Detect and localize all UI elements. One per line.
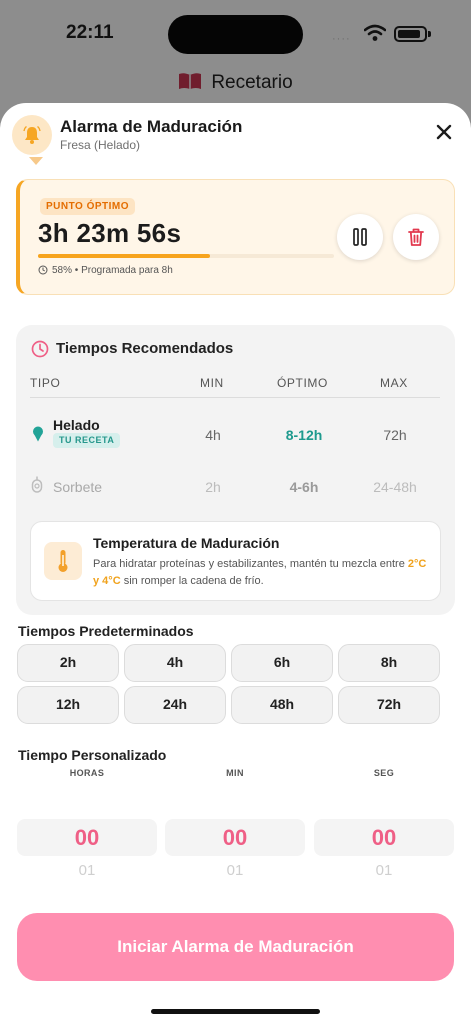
minutes-label: MIN — [226, 768, 244, 778]
sorbete-max: 24-48h — [373, 479, 417, 495]
column-header-type: TIPO — [30, 376, 61, 390]
row-name-helado: Helado — [53, 417, 100, 433]
delete-button[interactable] — [393, 214, 439, 260]
thermometer-icon — [44, 542, 82, 580]
recommended-times-card: Tiempos Recomendados TIPO MIN ÓPTIMO MAX… — [16, 325, 455, 615]
cellular-signal-icon: ···· — [332, 33, 351, 45]
battery-tip — [428, 31, 431, 37]
temperature-info-box: Temperatura de Maduración Para hidratar … — [30, 521, 441, 601]
seconds-label: SEG — [373, 768, 395, 778]
pause-button[interactable] — [337, 214, 383, 260]
column-header-optimal: ÓPTIMO — [277, 376, 328, 390]
preset-6h-button[interactable]: 6h — [231, 644, 333, 682]
clock-icon — [38, 265, 48, 275]
sheet-subtitle: Fresa (Helado) — [60, 138, 141, 152]
temperature-description: Para hidratar proteínas y estabilizantes… — [93, 558, 427, 587]
table-divider — [30, 397, 440, 398]
hidden-row-icon — [29, 157, 43, 165]
sorbete-min: 2h — [205, 479, 221, 495]
sorbete-optimo: 4-6h — [289, 479, 319, 495]
seconds-picker[interactable]: 00 — [314, 819, 454, 856]
preset-2h-button[interactable]: 2h — [17, 644, 119, 682]
clock-icon — [31, 340, 49, 358]
column-header-max: MAX — [380, 376, 408, 390]
recommended-times-title: Tiempos Recomendados — [56, 340, 234, 357]
preset-12h-button[interactable]: 12h — [17, 686, 119, 724]
minutes-picker[interactable]: 00 — [165, 819, 305, 856]
minutes-next-value[interactable]: 01 — [165, 862, 305, 879]
preset-8h-button[interactable]: 8h — [338, 644, 440, 682]
helado-max: 72h — [383, 427, 407, 443]
dynamic-island — [168, 15, 303, 54]
temperature-title: Temperatura de Maduración — [93, 535, 280, 551]
timer-meta-text: 58% • Programada para 8h — [52, 265, 173, 276]
timer-progress-fill — [38, 254, 210, 258]
preset-72h-button[interactable]: 72h — [338, 686, 440, 724]
timer-meta: 58% • Programada para 8h — [38, 265, 173, 276]
ice-cream-icon — [33, 426, 43, 442]
helado-optimo: 8-12h — [285, 427, 323, 443]
custom-time-title: Tiempo Personalizado — [18, 747, 167, 763]
close-icon[interactable] — [433, 121, 455, 143]
maturation-alarm-sheet: Alarma de Maduración Fresa (Helado) PUNT… — [0, 103, 471, 1024]
preset-4h-button[interactable]: 4h — [124, 644, 226, 682]
status-bar: 22:11 ···· — [0, 0, 471, 60]
recipe-tag: TU RECETA — [53, 433, 121, 448]
timer-countdown: 3h 23m 56s — [38, 218, 182, 248]
pause-icon — [353, 228, 367, 246]
wifi-icon — [364, 24, 386, 41]
preset-24h-button[interactable]: 24h — [124, 686, 226, 724]
bell-icon — [12, 115, 52, 155]
timer-progress-bar — [38, 254, 334, 258]
seconds-next-value[interactable]: 01 — [314, 862, 454, 879]
preset-times-title: Tiempos Predeterminados — [18, 623, 194, 639]
sheet-title: Alarma de Maduración — [60, 117, 243, 136]
row-name-sorbete: Sorbete — [53, 479, 103, 495]
preset-48h-button[interactable]: 48h — [231, 686, 333, 724]
hours-next-value[interactable]: 01 — [17, 862, 157, 879]
status-time: 22:11 — [66, 22, 114, 43]
hours-picker[interactable]: 00 — [17, 819, 157, 856]
trash-icon — [408, 228, 424, 246]
status-badge: PUNTO ÓPTIMO — [40, 198, 136, 215]
start-alarm-button[interactable]: Iniciar Alarma de Maduración — [17, 913, 454, 981]
hours-label: HORAS — [69, 768, 105, 778]
battery-icon — [394, 26, 427, 42]
helado-min: 4h — [205, 427, 221, 443]
sorbet-icon — [31, 476, 43, 493]
home-indicator — [151, 1009, 320, 1014]
column-header-min: MIN — [200, 376, 224, 390]
active-timer-card: PUNTO ÓPTIMO 3h 23m 56s 58% • Programada… — [16, 179, 455, 295]
